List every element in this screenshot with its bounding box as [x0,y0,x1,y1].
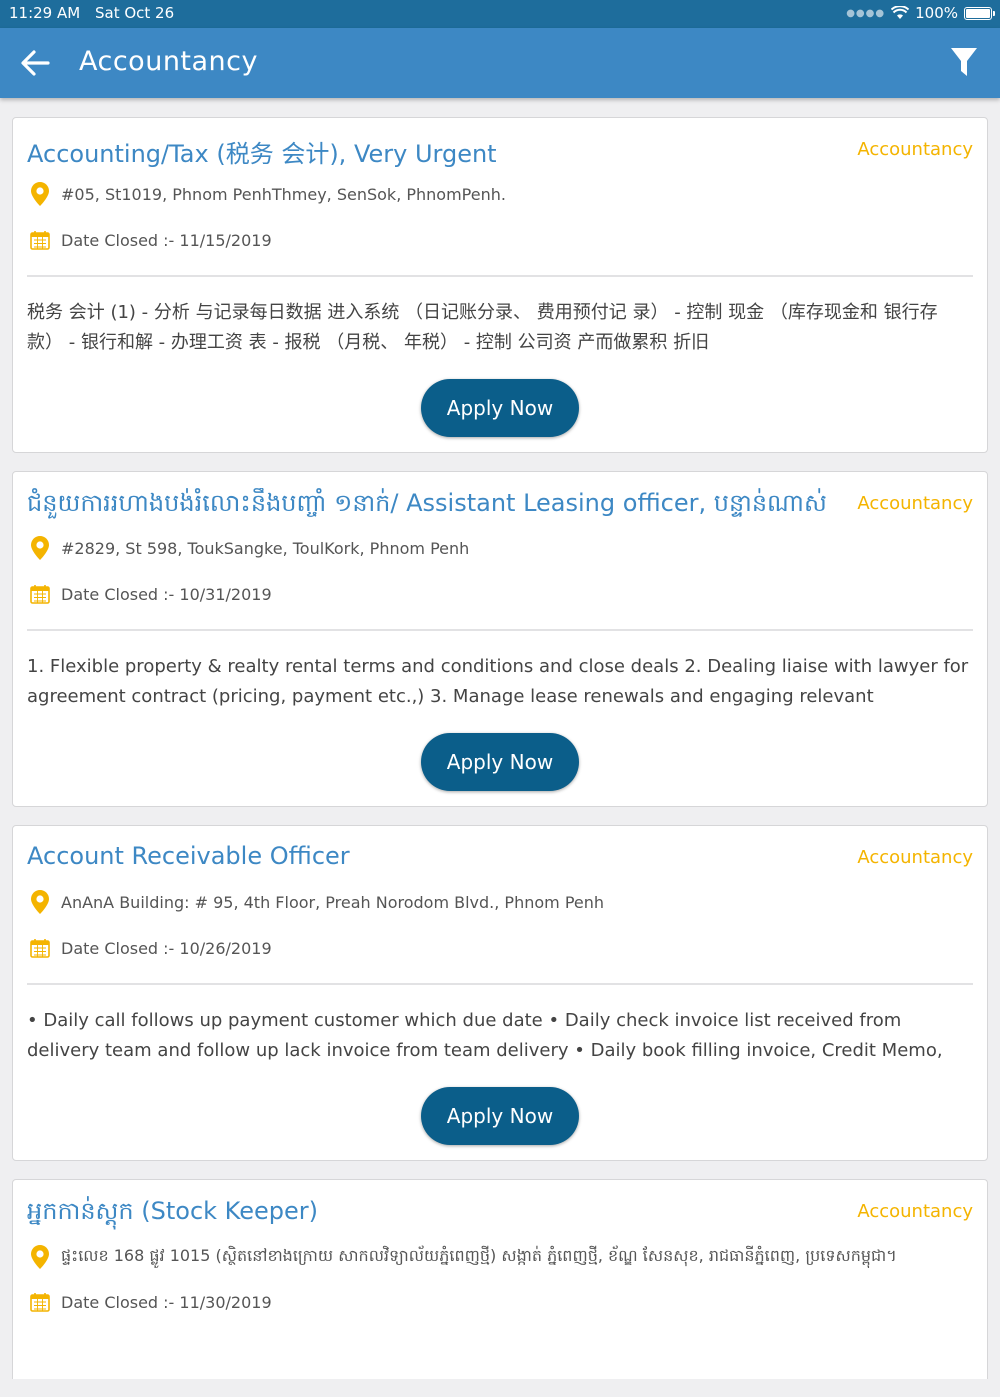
job-date-text: Date Closed :- 11/30/2019 [61,1292,272,1312]
filter-icon[interactable] [950,47,978,77]
job-location-text: ផ្ទះលេខ 168 ផ្លូវ 1015 (ស្ថិតនៅខាងក្រោយ … [61,1246,897,1265]
status-right: ●●●● 100% [846,4,995,22]
job-title[interactable]: Account Receivable Officer [27,842,827,870]
location-pin-icon [29,182,51,206]
calendar-icon [29,229,51,251]
apply-now-button[interactable]: Apply Now [421,733,579,791]
divider [27,275,973,277]
page-title: Accountancy [79,46,258,77]
calendar-icon [29,937,51,959]
job-location: #05, St1019, Phnom PenhThmey, SenSok, Ph… [29,182,506,206]
calendar-icon [29,583,51,605]
job-card[interactable]: Accounting/Tax (税务 会计), Very Urgent Acco… [12,117,988,453]
job-date-closed: Date Closed :- 10/26/2019 [29,937,272,959]
status-date: Sat Oct 26 [94,4,175,22]
job-title[interactable]: ជំនួយការរហាងបង់រំលោះនឹងបញ្ចាំ ១នាក់/ Ass… [27,488,827,523]
job-date-closed: Date Closed :- 10/31/2019 [29,583,272,605]
job-location: ផ្ទះលេខ 168 ផ្លូវ 1015 (ស្ថិតនៅខាងក្រោយ … [29,1245,897,1269]
job-location-text: #05, St1019, Phnom PenhThmey, SenSok, Ph… [61,184,506,204]
status-left: 11:29 AM Sat Oct 26 [9,4,184,22]
divider [27,629,973,631]
job-description: 税务 会计 (1) - 分析 与记录每日数据 进入系统 （日记账分录、 费用预付… [27,302,938,353]
wifi-icon [891,6,910,19]
battery-percent: 100% [915,4,958,22]
apply-now-button[interactable]: Apply Now [421,379,579,437]
status-time: 11:29 AM [9,4,81,22]
arrow-left-icon[interactable] [20,49,50,77]
job-date-text: Date Closed :- 10/26/2019 [61,938,272,958]
job-card[interactable]: Account Receivable Officer Accountancy A… [12,825,988,1161]
job-category: Accountancy [857,1201,973,1222]
job-category: Accountancy [857,139,973,160]
location-pin-icon [29,890,51,914]
job-location: AnAnA Building: # 95, 4th Floor, Preah N… [29,890,605,914]
app-bar: Accountancy [0,28,1000,98]
job-card[interactable]: ជំនួយការរហាងបង់រំលោះនឹងបញ្ចាំ ១នាក់/ Ass… [12,471,988,807]
battery-fill [966,8,990,18]
status-bar: 11:29 AM Sat Oct 26 ●●●● 100% [0,0,1000,28]
job-location-text: AnAnA Building: # 95, 4th Floor, Preah N… [61,892,605,912]
job-description: 1. Flexible property & realty rental ter… [27,656,969,707]
job-date-closed: Date Closed :- 11/30/2019 [29,1291,272,1313]
calendar-icon [29,1291,51,1313]
job-title[interactable]: Accounting/Tax (税务 会计), Very Urgent [27,134,827,169]
job-date-text: Date Closed :- 11/15/2019 [61,230,272,250]
job-date-closed: Date Closed :- 11/15/2019 [29,229,272,251]
divider [27,983,973,985]
job-date-text: Date Closed :- 10/31/2019 [61,584,272,604]
job-title[interactable]: អ្នកកាន់ស្តុក (Stock Keeper) [27,1196,827,1231]
job-location: #2829, St 598, ToukSangke, ToulKork, Phn… [29,536,470,560]
location-pin-icon [29,1245,51,1269]
apply-now-button[interactable]: Apply Now [421,1087,579,1145]
job-description: • Daily call follows up payment customer… [27,1010,943,1061]
job-location-text: #2829, St 598, ToukSangke, ToulKork, Phn… [61,538,470,558]
job-list: Accounting/Tax (税务 会计), Very Urgent Acco… [12,117,988,1397]
signal-dots-icon: ●●●● [846,7,886,19]
job-category: Accountancy [857,493,973,514]
battery-icon [964,6,995,20]
job-card[interactable]: អ្នកកាន់ស្តុក (Stock Keeper) Accountancy… [12,1179,988,1379]
job-category: Accountancy [857,847,973,868]
location-pin-icon [29,536,51,560]
